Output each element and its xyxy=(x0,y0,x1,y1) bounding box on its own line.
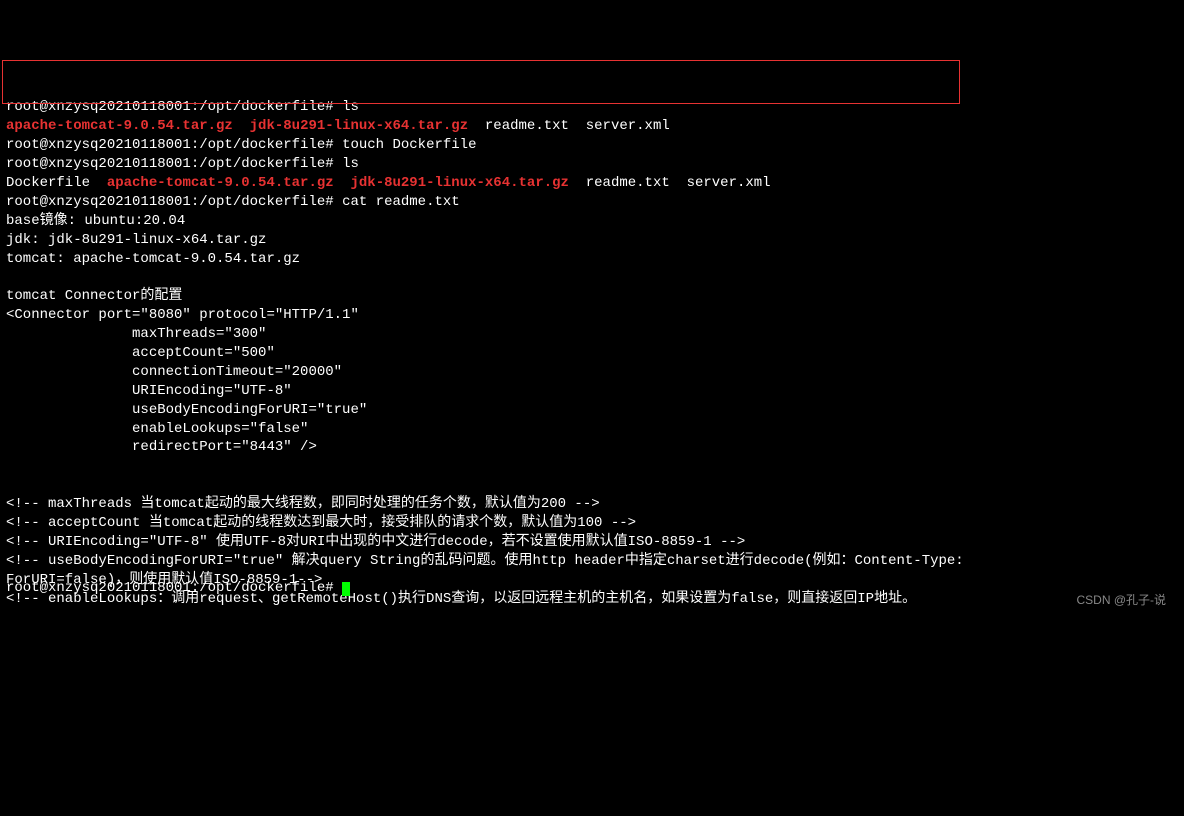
output-line: redirectPort="8443" /> xyxy=(6,439,317,455)
file-archive: apache-tomcat-9.0.54.tar.gz xyxy=(107,175,334,191)
output-line: <!-- useBodyEncodingForURI="true" 解决quer… xyxy=(6,553,964,569)
output-line: <!-- URIEncoding="UTF-8" 使用UTF-8对URI中出现的… xyxy=(6,534,745,550)
output-line: acceptCount="500" xyxy=(6,345,275,361)
command: ls xyxy=(342,156,359,172)
cursor-icon xyxy=(342,582,350,596)
output-line: maxThreads="300" xyxy=(6,326,266,342)
watermark: CSDN @孔子-说 xyxy=(1076,592,1166,608)
output-line: <!-- acceptCount 当tomcat起动的线程数达到最大时，接受排队… xyxy=(6,515,636,531)
output-line: useBodyEncodingForURI="true" xyxy=(6,402,367,418)
file: Dockerfile xyxy=(6,175,90,191)
command: touch Dockerfile xyxy=(342,137,476,153)
prompt: root@xnzysq20210118001:/opt/dockerfile# xyxy=(6,156,334,172)
prompt: root@xnzysq20210118001:/opt/dockerfile# xyxy=(6,137,334,153)
output-line: tomcat: apache-tomcat-9.0.54.tar.gz xyxy=(6,251,300,267)
output-line: <Connector port="8080" protocol="HTTP/1.… xyxy=(6,307,359,323)
output-line: enableLookups="false" xyxy=(6,421,308,437)
output-line: base镜像: ubuntu:20.04 xyxy=(6,213,185,229)
prompt: root@xnzysq20210118001:/opt/dockerfile# xyxy=(6,580,334,596)
prompt: root@xnzysq20210118001:/opt/dockerfile# xyxy=(6,99,334,115)
output-line: connectionTimeout="20000" xyxy=(6,364,342,380)
output-line: jdk: jdk-8u291-linux-x64.tar.gz xyxy=(6,232,266,248)
file-archive: apache-tomcat-9.0.54.tar.gz xyxy=(6,118,233,134)
prompt: root@xnzysq20210118001:/opt/dockerfile# xyxy=(6,194,334,210)
file: readme.txt xyxy=(586,175,670,191)
output-line: <!-- maxThreads 当tomcat起动的最大线程数，即同时处理的任务… xyxy=(6,496,600,512)
file: server.xml xyxy=(687,175,771,191)
command: ls xyxy=(342,99,359,115)
file-archive: jdk-8u291-linux-x64.tar.gz xyxy=(250,118,468,134)
file: readme.txt xyxy=(485,118,569,134)
file-archive: jdk-8u291-linux-x64.tar.gz xyxy=(350,175,568,191)
output-line: tomcat Connector的配置 xyxy=(6,288,182,304)
terminal-output[interactable]: root@xnzysq20210118001:/opt/dockerfile# … xyxy=(6,80,1178,609)
command: cat readme.txt xyxy=(342,194,460,210)
output-line: URIEncoding="UTF-8" xyxy=(6,383,292,399)
file: server.xml xyxy=(586,118,670,134)
current-prompt-line[interactable]: root@xnzysq20210118001:/opt/dockerfile# xyxy=(6,579,350,598)
